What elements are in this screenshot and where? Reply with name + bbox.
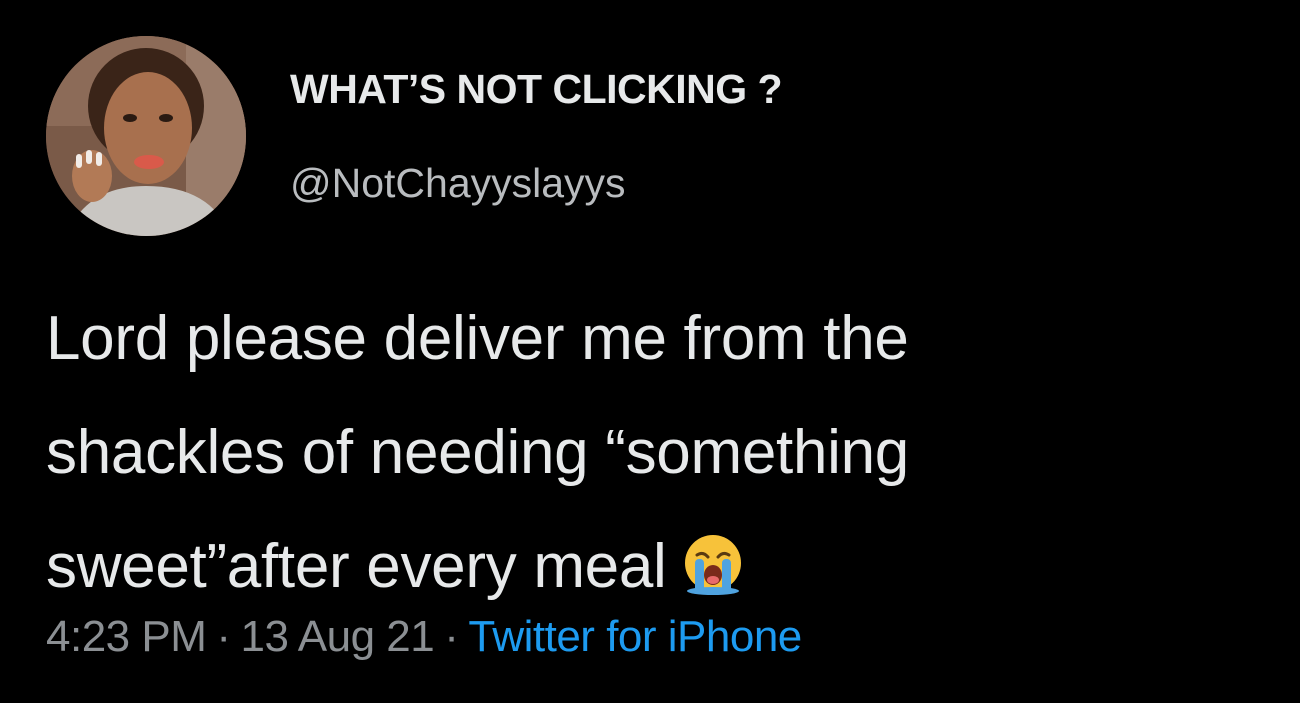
tweet-card: WHAT’S NOT CLICKING ? @NotChayyslayys Lo…: [0, 0, 1300, 703]
tweet-text-line-last: sweet”after every meal: [46, 510, 1276, 624]
display-name[interactable]: WHAT’S NOT CLICKING ?: [290, 66, 783, 113]
tweet-source-link[interactable]: Twitter for iPhone: [468, 612, 802, 661]
tweet-text-line: shackles of needing “something: [46, 418, 909, 487]
tweet-text: Lord please deliver me from the shackles…: [46, 282, 1276, 624]
user-handle[interactable]: @NotChayyslayys: [290, 160, 626, 207]
tweet-text-line: Lord please deliver me from the: [46, 304, 909, 373]
tweet-metadata: 4:23 PM · 13 Aug 21 · Twitter for iPhone: [46, 612, 802, 662]
avatar-image: [46, 36, 246, 236]
loudly-crying-face-icon: [681, 518, 745, 595]
separator-dot: ·: [216, 612, 231, 661]
separator-dot: ·: [444, 612, 459, 661]
avatar[interactable]: [46, 36, 246, 236]
tweet-date[interactable]: 13 Aug 21: [241, 612, 435, 661]
tweet-time[interactable]: 4:23 PM: [46, 612, 207, 661]
tweet-text-line-content: sweet”after every meal: [46, 532, 667, 601]
